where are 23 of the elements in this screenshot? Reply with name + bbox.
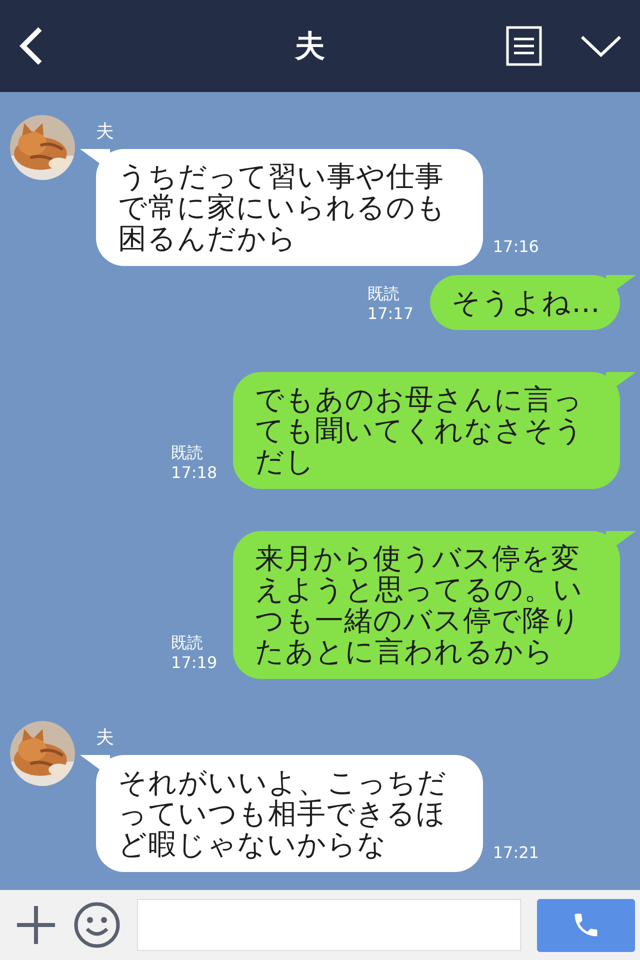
message-bubble: 来月から使うバス停を変えようと思ってるの。いつも一緒のバス停で降りたあとに言われるから <box>233 531 620 679</box>
sender-name: 夫 <box>96 726 115 749</box>
sender-name: 夫 <box>96 120 115 143</box>
plus-icon[interactable] <box>15 904 57 946</box>
message-time: 17:19 <box>171 653 218 673</box>
message-time: 17:21 <box>492 843 539 862</box>
message-time: 17:17 <box>367 304 414 324</box>
read-receipt: 既読 <box>171 633 204 653</box>
message-bubble: うちだって習い事や仕事で常に家にいられるのも困るんだから <box>96 149 483 266</box>
call-button[interactable] <box>537 898 635 952</box>
message-bubble: でもあのお母さんに言っても聞いてくれなさそうだし <box>233 372 620 489</box>
back-button[interactable] <box>18 26 44 66</box>
message-time: 17:18 <box>171 463 218 483</box>
smiley-icon[interactable] <box>73 901 121 949</box>
message-bubble: そうよね… <box>430 275 620 330</box>
menu-button[interactable] <box>506 26 542 66</box>
read-receipt: 既読 <box>367 284 400 304</box>
read-receipt: 既読 <box>171 443 204 463</box>
message-time: 17:16 <box>492 237 539 256</box>
chat-title: 夫 <box>294 28 326 66</box>
message-bubble: それがいいよ、こっちだっていつも相手できるほど暇じゃないからな <box>96 755 483 872</box>
dropdown-button[interactable] <box>580 34 622 58</box>
message-input[interactable] <box>137 899 521 951</box>
